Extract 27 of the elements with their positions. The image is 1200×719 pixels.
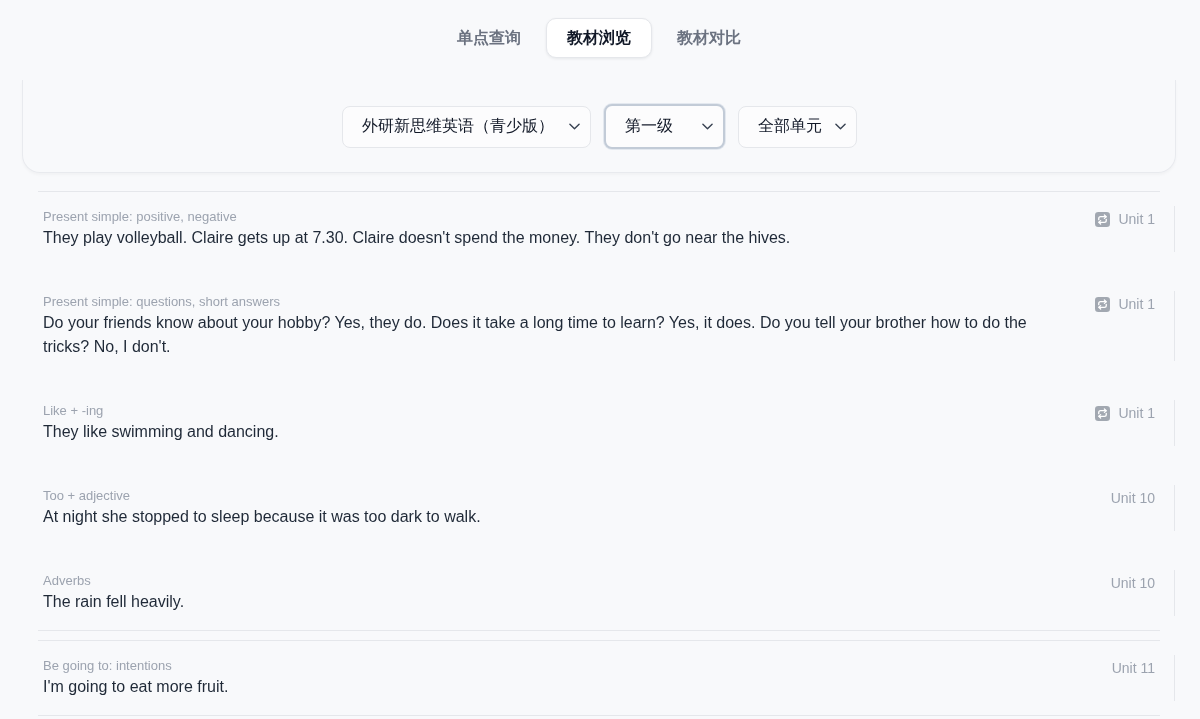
grammar-label: Like + -ing: [43, 402, 105, 420]
grammar-label: Adverbs: [43, 572, 92, 590]
unit-label: Unit 10: [1110, 574, 1155, 592]
example-sentence: At night she stopped to sleep because it was too dark to walk.: [43, 507, 482, 527]
dropdown[interactable]: 第一级: [603, 104, 725, 149]
example-sentence: Do your friends know about your hobby? Yes, they do. Does it take a long time to learn? Yes, it does. Do you tell your brother how to do the tricks? No, I don't.: [43, 313, 1028, 357]
grammar-label: Present simple: questions, short answers: [43, 293, 281, 311]
example-sentence: They play volleyball. Claire gets up at 7.30. Claire doesn't spend the money. They don't go near the hives.: [43, 228, 792, 248]
grammar-label: Be going to: intentions: [43, 657, 173, 675]
unit-label: Unit 1: [1118, 295, 1155, 313]
unit-label: Unit 1: [1118, 210, 1155, 228]
chevron-down-icon: [701, 123, 713, 130]
chevron-down-icon: [568, 123, 580, 130]
unit-label: Unit 10: [1110, 489, 1155, 507]
grammar-label: Present simple: positive, negative: [43, 208, 238, 226]
grammar-label: Too + adjective: [43, 487, 132, 505]
example-sentence: The rain fell heavily.: [43, 592, 186, 612]
unit-label: Unit 1: [1118, 404, 1155, 422]
tab[interactable]: 教材浏览: [546, 18, 652, 58]
dropdown[interactable]: 全部单元: [737, 105, 857, 148]
example-sentence: They like swimming and dancing.: [43, 422, 280, 442]
chevron-down-icon: [834, 123, 846, 130]
tab[interactable]: 教材对比: [656, 18, 762, 58]
unit-label: Unit 11: [1111, 659, 1155, 677]
example-sentence: I'm going to eat more fruit.: [43, 677, 230, 697]
tab[interactable]: 单点查询: [436, 18, 542, 58]
dropdown[interactable]: 外研新思维英语（青少版）: [341, 105, 591, 148]
